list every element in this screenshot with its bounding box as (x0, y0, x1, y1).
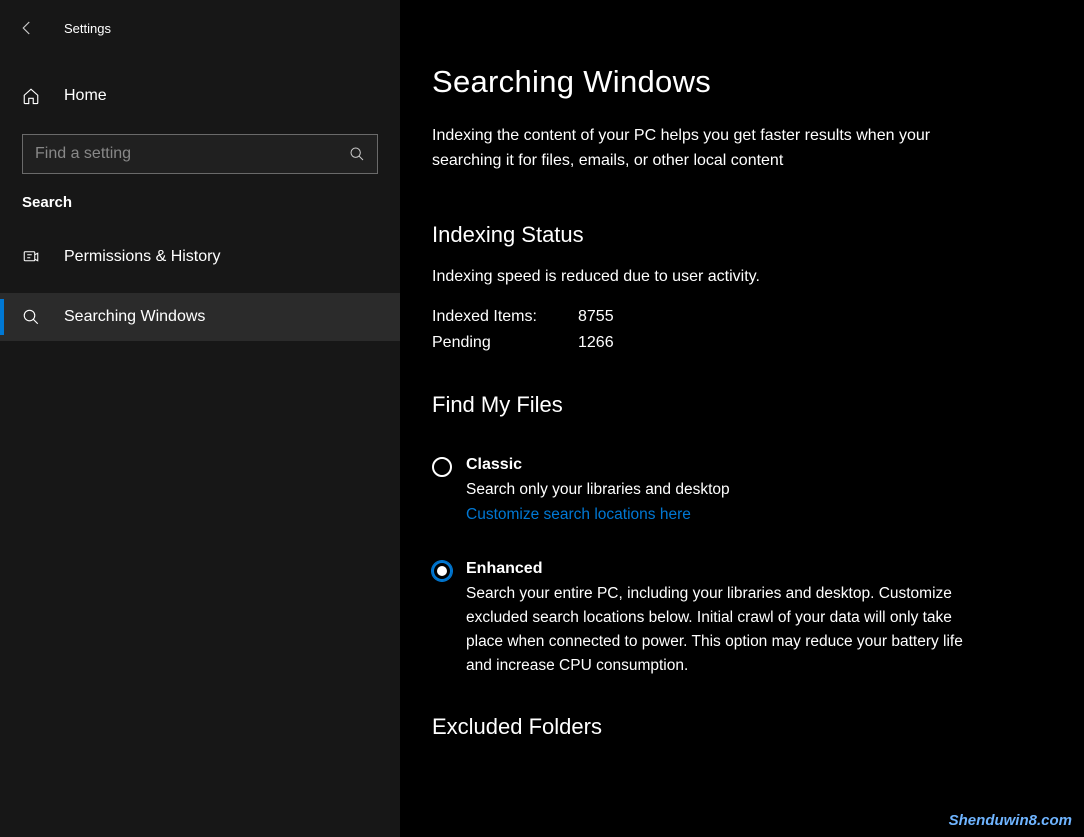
sidebar-item-label: Searching Windows (64, 308, 205, 326)
radio-body: Enhanced Search your entire PC, includin… (466, 560, 992, 678)
radio-desc: Search your entire PC, including your li… (466, 582, 992, 678)
radio-body: Classic Search only your libraries and d… (466, 456, 992, 524)
home-label: Home (64, 87, 107, 105)
sidebar-item-permissions-history[interactable]: Permissions & History (0, 233, 400, 281)
radio-option-classic[interactable]: Classic Search only your libraries and d… (432, 456, 992, 524)
sidebar-item-label: Permissions & History (64, 248, 220, 266)
search-icon[interactable] (349, 146, 365, 162)
find-my-files-heading: Find My Files (432, 392, 1020, 418)
radio-button-classic[interactable] (432, 457, 452, 477)
page-title: Searching Windows (432, 64, 1020, 100)
radio-option-enhanced[interactable]: Enhanced Search your entire PC, includin… (432, 560, 992, 678)
search-box[interactable] (22, 134, 378, 174)
sidebar-item-searching-windows[interactable]: Searching Windows (0, 293, 400, 341)
page-description: Indexing the content of your PC helps yo… (432, 124, 1002, 174)
pending-row: Pending 1266 (432, 334, 1020, 352)
home-button[interactable]: Home (0, 74, 400, 118)
radio-title: Enhanced (466, 560, 992, 578)
sidebar-section-label: Search (0, 174, 400, 221)
home-icon (22, 87, 40, 105)
indexed-items-value: 8755 (578, 308, 614, 326)
pending-value: 1266 (578, 334, 614, 352)
customize-search-locations-link[interactable]: Customize search locations here (466, 506, 992, 524)
radio-desc: Search only your libraries and desktop (466, 478, 992, 502)
main-content: Searching Windows Indexing the content o… (400, 0, 1084, 837)
permissions-icon (22, 248, 40, 266)
indexing-status-text: Indexing speed is reduced due to user ac… (432, 268, 1020, 286)
sidebar: Settings Home Search Permissions & Histo… (0, 0, 400, 837)
radio-title: Classic (466, 456, 992, 474)
indexed-items-label: Indexed Items: (432, 308, 578, 326)
indexed-items-row: Indexed Items: 8755 (432, 308, 1020, 326)
excluded-folders-heading: Excluded Folders (432, 714, 1020, 740)
search-icon (22, 308, 40, 326)
indexing-status-heading: Indexing Status (432, 222, 1020, 248)
search-input[interactable] (35, 145, 349, 163)
back-arrow-icon[interactable] (18, 19, 36, 37)
watermark: Shenduwin8.com (949, 812, 1072, 829)
radio-button-enhanced[interactable] (432, 561, 452, 581)
search-wrap (22, 134, 378, 174)
header-row: Settings (0, 10, 400, 46)
app-title: Settings (64, 21, 111, 36)
pending-label: Pending (432, 334, 578, 352)
